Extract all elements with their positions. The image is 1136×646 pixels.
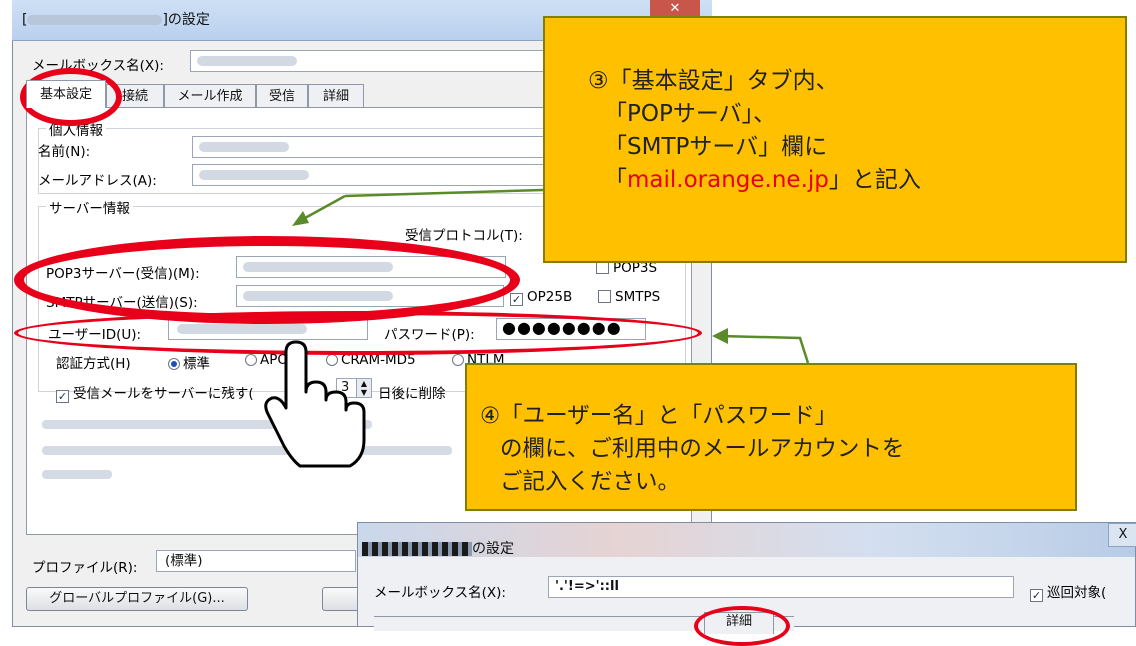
- tab-basic-settings[interactable]: 基本設定: [26, 80, 106, 108]
- annotation-arrows: [264, 188, 810, 468]
- arrowhead-server: [292, 211, 309, 226]
- arrow-to-server-fields: [344, 188, 544, 198]
- arrowhead-credentials: [712, 328, 728, 344]
- hand-pointer-icon: [264, 340, 366, 468]
- arrow-to-credentials: [719, 334, 810, 364]
